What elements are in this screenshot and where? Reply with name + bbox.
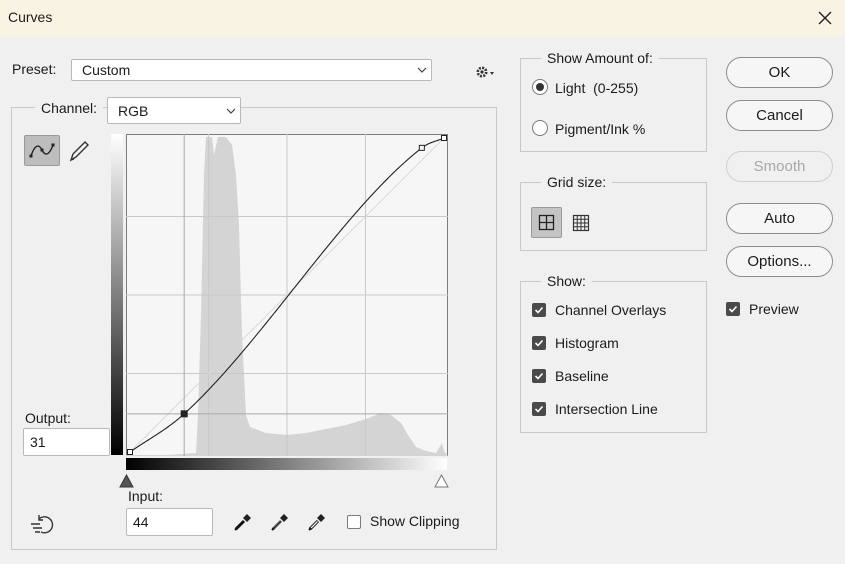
white-point-slider[interactable] xyxy=(434,473,449,488)
close-icon xyxy=(818,11,832,25)
title-bar: Curves xyxy=(0,0,845,36)
radio-dot xyxy=(536,83,544,91)
input-gradient-bar xyxy=(126,458,447,470)
control-point[interactable] xyxy=(127,449,133,455)
black-eyedropper-button[interactable] xyxy=(232,511,254,533)
black-triangle-icon xyxy=(119,473,134,488)
cancel-button[interactable]: Cancel xyxy=(726,100,833,131)
light-radio[interactable] xyxy=(532,79,548,95)
grid-4x4-icon xyxy=(538,214,555,231)
window-title: Curves xyxy=(8,9,53,25)
close-button[interactable] xyxy=(811,4,839,32)
black-point-slider[interactable] xyxy=(119,473,134,488)
chevron-down-icon xyxy=(226,108,236,114)
grid-10x10-icon xyxy=(572,214,590,232)
curves-graph-svg xyxy=(126,134,448,456)
output-field[interactable]: 31 xyxy=(23,428,110,456)
checkmark-icon xyxy=(534,405,544,413)
channel-overlays-checkbox[interactable] xyxy=(532,303,546,317)
pencil-icon xyxy=(69,141,89,162)
intersection-line-label: Intersection Line xyxy=(555,401,658,417)
baseline-label: Baseline xyxy=(555,368,609,384)
white-eyedropper-button[interactable] xyxy=(306,511,328,533)
chevron-down-icon xyxy=(417,67,427,73)
output-gradient-bar xyxy=(111,134,123,455)
checkmark-icon xyxy=(534,306,544,314)
grid-size-title: Grid size: xyxy=(541,174,613,190)
channel-label: Channel: xyxy=(35,100,104,116)
preview-checkbox[interactable] xyxy=(726,302,740,316)
show-amount-group xyxy=(520,58,707,152)
histogram-checkbox[interactable] xyxy=(532,336,546,350)
curve-tool-button[interactable] xyxy=(24,135,60,166)
eyedropper-white-icon xyxy=(308,514,325,531)
gray-eyedropper-button[interactable] xyxy=(269,511,291,533)
pencil-tool-button[interactable] xyxy=(66,137,92,165)
checkmark-icon xyxy=(728,305,738,313)
calculate-histogram-button[interactable] xyxy=(28,512,56,536)
preset-value: Custom xyxy=(82,62,131,78)
output-value: 31 xyxy=(30,434,46,450)
preset-options-button[interactable] xyxy=(474,63,498,81)
input-label: Input: xyxy=(128,488,164,504)
auto-button[interactable]: Auto xyxy=(726,203,833,234)
show-clipping-checkbox[interactable] xyxy=(347,515,361,529)
preset-dropdown[interactable]: Custom xyxy=(71,59,432,81)
preset-label: Preset: xyxy=(12,61,57,77)
eyedropper-gray-icon xyxy=(271,514,288,531)
control-point[interactable] xyxy=(418,144,425,151)
ok-button[interactable]: OK xyxy=(726,57,833,88)
input-field[interactable]: 44 xyxy=(126,508,213,536)
histogram-label: Histogram xyxy=(555,335,619,351)
light-label: Light (0-255) xyxy=(555,80,639,96)
auto-adjust-icon xyxy=(31,515,54,534)
checkmark-icon xyxy=(534,372,544,380)
input-value: 44 xyxy=(133,514,149,530)
simple-grid-button[interactable] xyxy=(531,207,562,238)
intersection-line-checkbox[interactable] xyxy=(532,402,546,416)
channel-value: RGB xyxy=(118,103,149,119)
white-triangle-icon xyxy=(434,473,449,488)
curve-point-icon xyxy=(29,143,55,158)
channel-dropdown[interactable]: RGB xyxy=(107,97,241,124)
pigment-radio[interactable] xyxy=(532,120,548,136)
checkmark-icon xyxy=(534,339,544,347)
show-title: Show: xyxy=(541,273,592,289)
smooth-button[interactable]: Smooth xyxy=(726,151,833,182)
gear-icon xyxy=(476,66,494,78)
baseline-checkbox[interactable] xyxy=(532,369,546,383)
detailed-grid-button[interactable] xyxy=(567,208,596,237)
curves-graph[interactable] xyxy=(126,134,448,456)
options-button[interactable]: Options... xyxy=(726,246,833,277)
preview-label: Preview xyxy=(749,301,799,317)
output-label: Output: xyxy=(25,410,71,426)
show-amount-title: Show Amount of: xyxy=(541,50,659,66)
channel-overlays-label: Channel Overlays xyxy=(555,302,667,318)
pigment-label: Pigment/Ink % xyxy=(555,121,646,137)
control-point[interactable] xyxy=(441,135,447,141)
eyedropper-black-icon xyxy=(234,514,251,531)
show-clipping-label: Show Clipping xyxy=(370,513,460,529)
selected-control-point[interactable] xyxy=(180,410,188,418)
